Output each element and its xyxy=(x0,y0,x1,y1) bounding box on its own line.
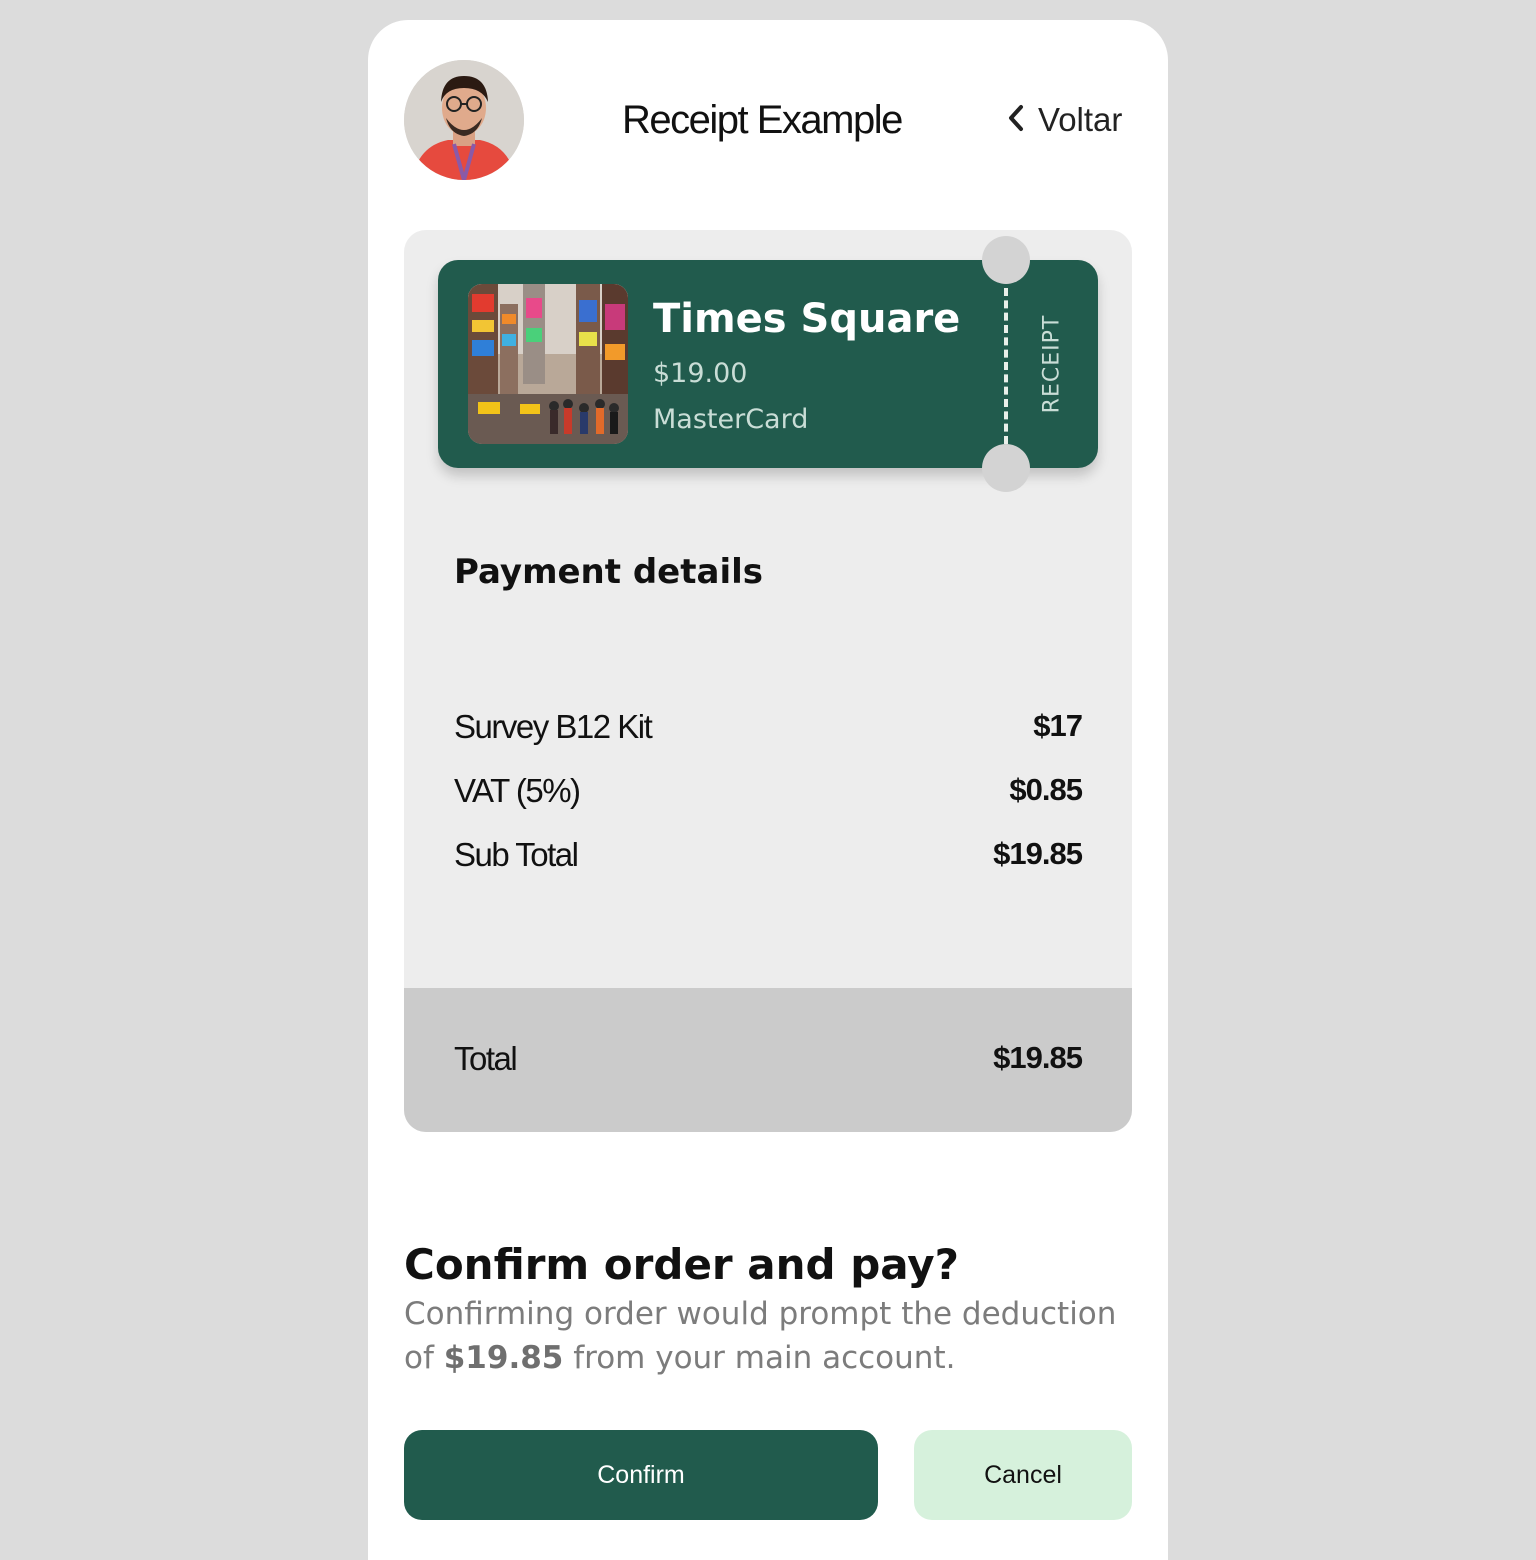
chevron-left-icon xyxy=(1008,104,1024,136)
payment-panel: Times Square $19.00 MasterCard RECEIPT P… xyxy=(404,230,1132,1132)
receipt-ticket[interactable]: Times Square $19.00 MasterCard RECEIPT xyxy=(438,236,1098,492)
detail-value: $0.85 xyxy=(1009,772,1083,807)
back-label: Voltar xyxy=(1038,101,1123,138)
confirm-desc-after: from your main account. xyxy=(563,1340,956,1376)
detail-row-subtotal: Sub Total $19.85 xyxy=(454,836,1083,876)
detail-row-item: Survey B12 Kit $17 xyxy=(454,708,1083,748)
confirm-button[interactable]: Confirm xyxy=(404,1430,878,1520)
ticket-notch-top xyxy=(982,236,1030,284)
avatar[interactable] xyxy=(404,60,524,180)
detail-value: $19.85 xyxy=(993,836,1083,871)
confirm-title: Confirm order and pay? xyxy=(404,1240,960,1289)
detail-row-vat: VAT (5%) $0.85 xyxy=(454,772,1083,812)
ticket-perforation xyxy=(1004,288,1008,444)
total-value: $19.85 xyxy=(993,1040,1083,1075)
back-button[interactable]: Voltar xyxy=(1008,100,1122,140)
receipt-card: Receipt Example Voltar Times Square $19.… xyxy=(368,20,1168,1560)
ticket-stub-label: RECEIPT xyxy=(1039,314,1065,414)
confirm-desc-amount: $19.85 xyxy=(443,1340,564,1376)
total-row: Total $19.85 xyxy=(454,1040,1083,1080)
user-avatar-image xyxy=(404,60,524,180)
cancel-button[interactable]: Cancel xyxy=(914,1430,1132,1520)
detail-label: VAT (5%) xyxy=(454,772,581,809)
ticket-payment-method: MasterCard xyxy=(653,404,809,435)
detail-label: Survey B12 Kit xyxy=(454,708,653,745)
ticket-price: $19.00 xyxy=(653,358,748,389)
total-label: Total xyxy=(454,1040,518,1077)
total-bar: Total $19.85 xyxy=(404,988,1132,1132)
ticket-notch-bottom xyxy=(982,444,1030,492)
detail-label: Sub Total xyxy=(454,836,579,873)
detail-value: $17 xyxy=(1033,708,1083,743)
times-square-photo xyxy=(468,284,628,444)
ticket-name: Times Square xyxy=(653,296,961,342)
page-title: Receipt Example xyxy=(622,98,903,142)
confirm-description: Confirming order would prompt the deduct… xyxy=(404,1292,1124,1380)
payment-details-title: Payment details xyxy=(454,552,763,592)
